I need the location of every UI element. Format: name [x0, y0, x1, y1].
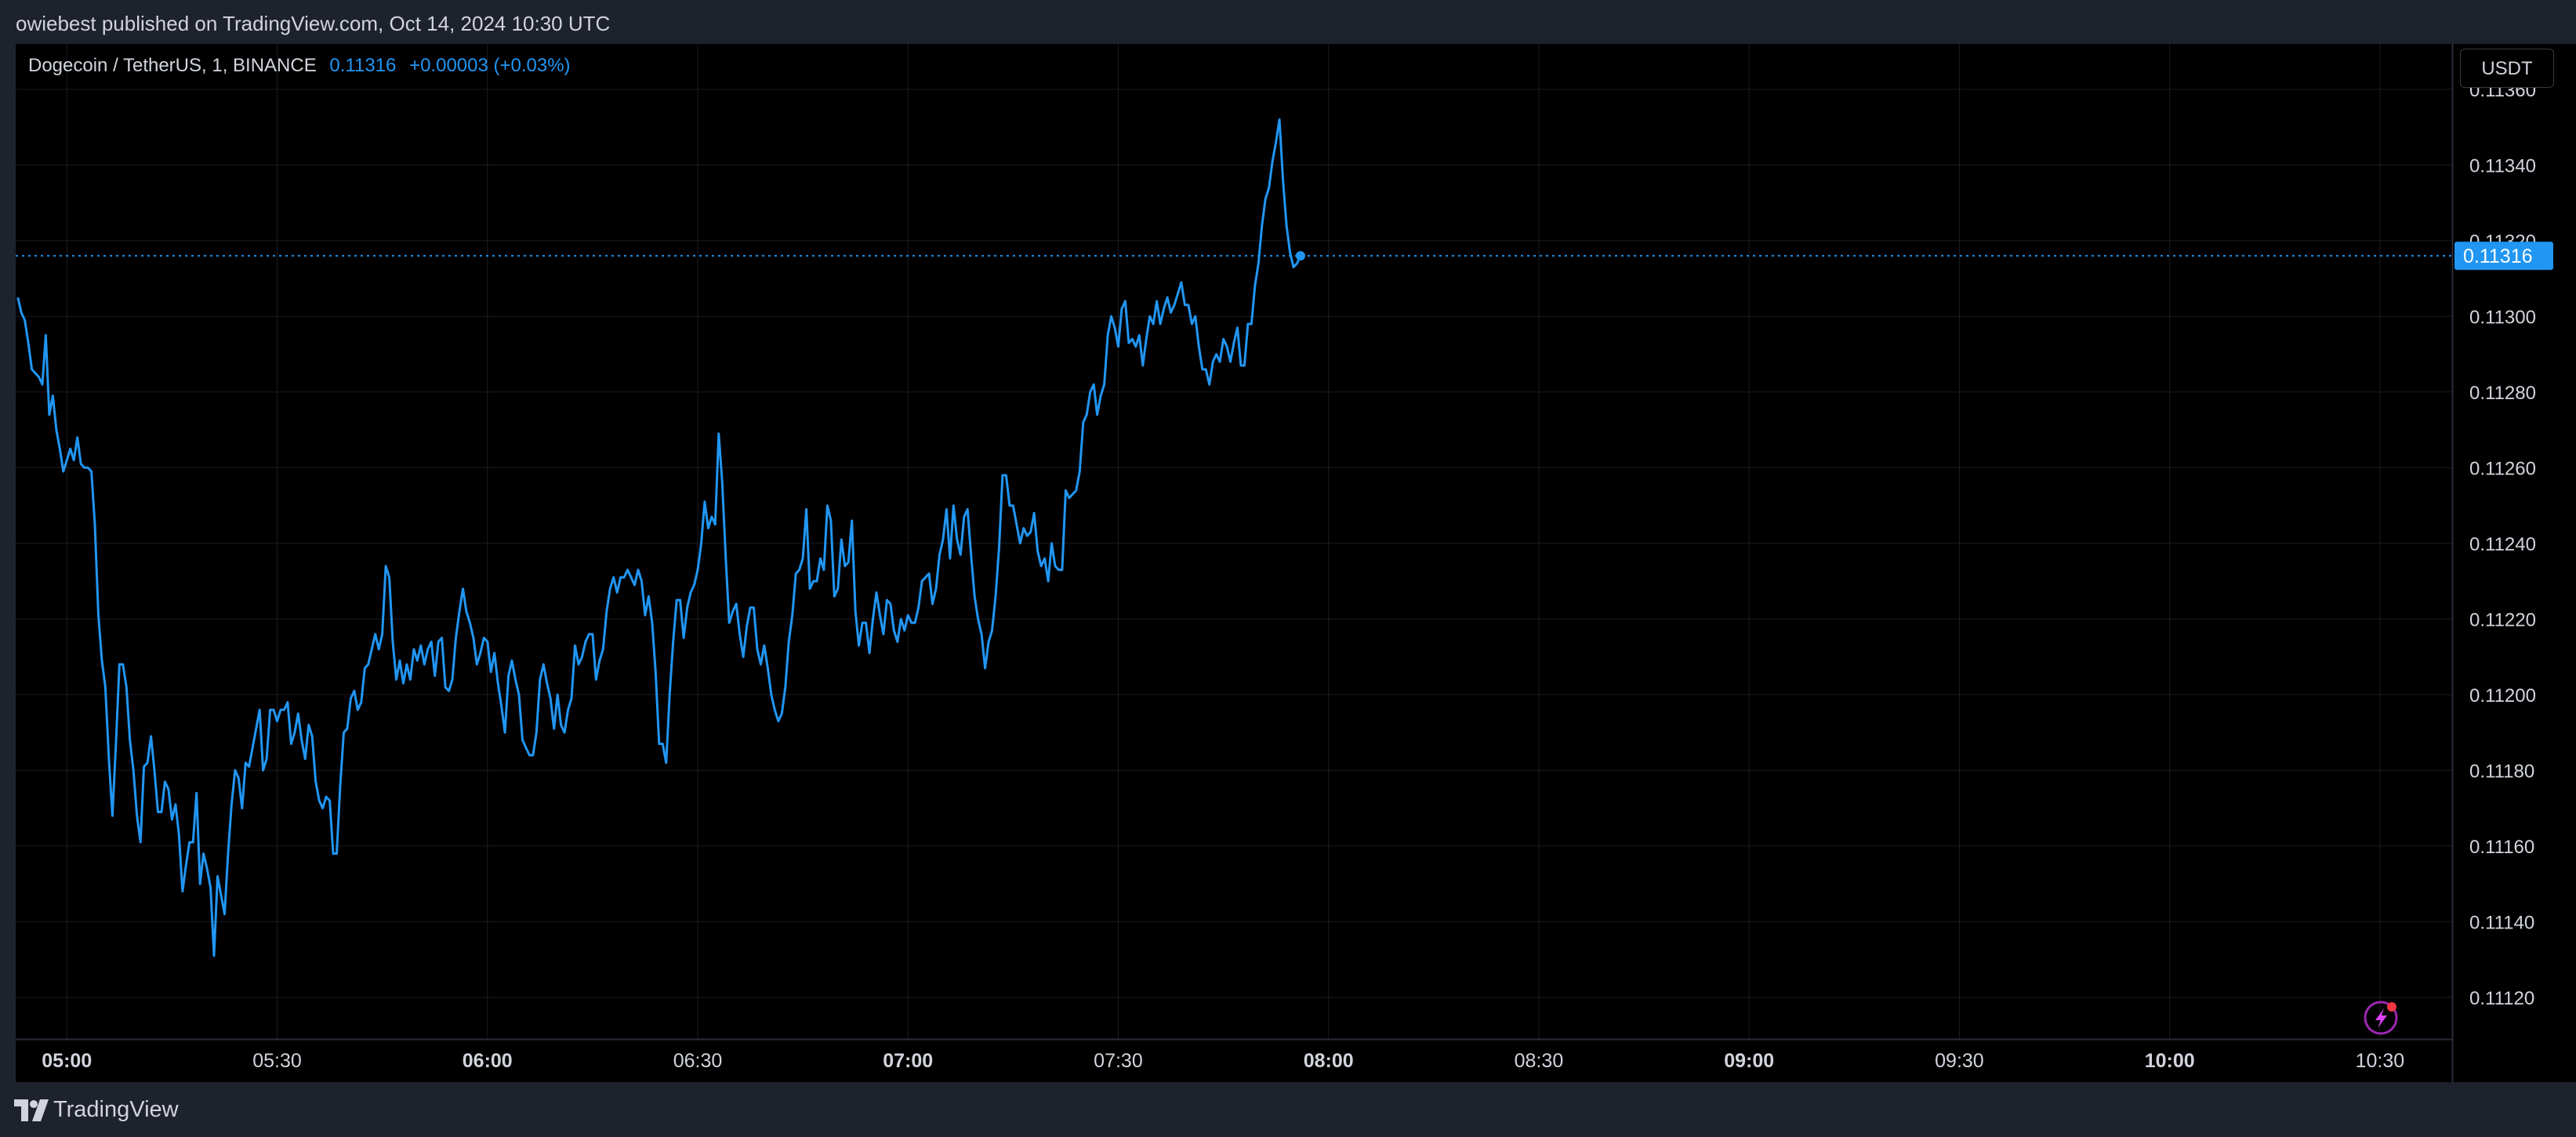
legend-change: +0.00003 (+0.03%) [409, 55, 571, 76]
legend-symbol: Dogecoin / TetherUS, 1, BINANCE [28, 55, 317, 76]
price-tick-label: 0.11300 [2469, 307, 2536, 328]
price-series-line [16, 118, 1302, 957]
last-price-dot [1295, 251, 1305, 261]
tradingview-logo-icon [14, 1099, 49, 1121]
chart-legend: Dogecoin / TetherUS, 1, BINANCE 0.11316 … [28, 55, 571, 77]
footer-brand: TradingView [53, 1097, 179, 1122]
time-axis: 05:00 05:30 06:00 06:30 07:00 07:30 08:00 08:30… [42, 1050, 2404, 1072]
time-tick-label: 09:30 [1935, 1050, 1984, 1072]
last-price-label-text: 0.11316 [2463, 245, 2533, 267]
price-tick-label: 0.11260 [2469, 458, 2536, 479]
axis-lines [16, 44, 2454, 1082]
time-tick-label: 06:30 [673, 1050, 723, 1072]
price-tick-label: 0.11240 [2469, 534, 2536, 555]
time-tick-label: 07:00 [883, 1050, 933, 1072]
lightning-icon[interactable] [2364, 1001, 2398, 1035]
price-tick-label: 0.11120 [2469, 988, 2534, 1009]
price-tick-label: 0.11280 [2469, 383, 2536, 404]
time-tick-label: 08:00 [1304, 1050, 1354, 1072]
price-axis: 0.11120 0.11140 0.11160 0.11180 0.11200 0.112… [2469, 80, 2536, 1009]
footer-bar: TradingView [0, 1082, 2576, 1137]
last-price-label: 0.11316 [2454, 242, 2553, 271]
price-tick-label: 0.11140 [2469, 912, 2534, 933]
time-tick-label: 05:30 [252, 1050, 302, 1072]
price-tick-label: 0.11180 [2469, 761, 2534, 782]
legend-last-price: 0.11316 [329, 55, 397, 76]
price-chart[interactable]: 0.11120 0.11140 0.11160 0.11180 0.11200 0.112… [0, 0, 2576, 1137]
time-tick-label: 05:00 [42, 1050, 92, 1072]
price-tick-label: 0.11220 [2469, 609, 2536, 630]
chart-grid [16, 44, 2452, 1039]
time-tick-label: 07:30 [1094, 1050, 1143, 1072]
price-tick-label: 0.11200 [2469, 685, 2536, 707]
price-tick-label: 0.11340 [2469, 155, 2536, 176]
price-tick-label: 0.11160 [2469, 837, 2534, 858]
time-tick-label: 10:00 [2145, 1050, 2195, 1072]
currency-button[interactable]: USDT [2460, 49, 2554, 88]
time-tick-label: 08:30 [1515, 1050, 1564, 1072]
time-tick-label: 10:30 [2356, 1050, 2405, 1072]
time-tick-label: 09:00 [1724, 1050, 1774, 1072]
time-tick-label: 06:00 [463, 1050, 513, 1072]
